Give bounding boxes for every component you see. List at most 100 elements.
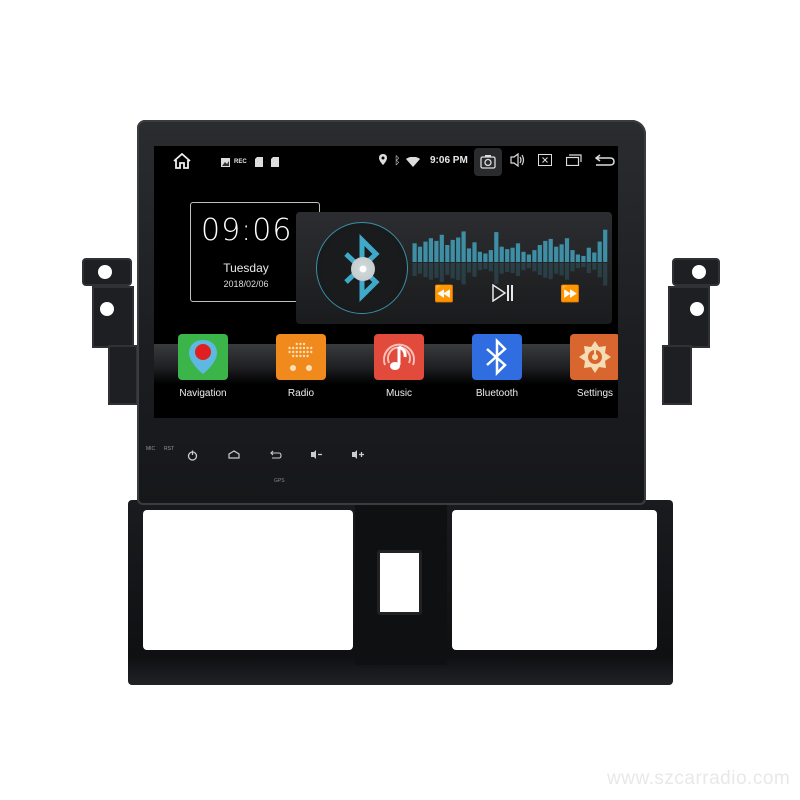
app-label: Bluetooth (475, 388, 519, 399)
equalizer-bar-reflection (570, 263, 575, 272)
right-mount-bracket (672, 258, 720, 286)
equalizer-bar-reflection (586, 263, 591, 273)
volume-icon[interactable] (510, 152, 526, 171)
product-image: REC ᛒ 9:06 PM 09:06 Tuesday 2018/02/06 ⏪… (0, 0, 800, 800)
equalizer-bar (466, 248, 472, 262)
equalizer-bar (450, 239, 455, 262)
equalizer-bar-reflection (592, 263, 597, 270)
equalizer-bar-reflection (537, 263, 542, 275)
sd-card-icon (271, 155, 279, 171)
equalizer-bar (428, 238, 433, 262)
back-icon[interactable] (594, 154, 615, 170)
equalizer-bar (423, 241, 428, 262)
equalizer-bar-reflection (434, 263, 439, 278)
equalizer-bar-reflection (483, 263, 488, 269)
equalizer-bar-reflection (548, 263, 553, 280)
bluetooth-icon: ᛒ (394, 155, 401, 167)
equalizer-bar (417, 246, 423, 262)
equalizer-bar-reflection (472, 263, 477, 277)
equalizer-bar (537, 245, 542, 262)
screenshot-button[interactable] (474, 148, 502, 176)
status-time: 9:06 PM (430, 155, 468, 166)
equalizer-bar-reflection (423, 263, 428, 278)
music-note-icon (374, 334, 424, 380)
app-label: Radio (287, 388, 315, 399)
equalizer-bar (494, 232, 499, 262)
app-navigation[interactable]: Navigation (163, 334, 243, 399)
equalizer-bar-reflection (581, 263, 586, 268)
equalizer-bar (597, 241, 602, 262)
previous-button[interactable]: ⏪ (434, 284, 454, 304)
app-bluetooth[interactable]: Bluetooth (457, 334, 537, 399)
equalizer-bar (412, 243, 417, 262)
volume-up-button[interactable] (352, 450, 365, 462)
equalizer-bar-reflection (510, 263, 515, 273)
left-mount-bracket (82, 258, 132, 286)
equalizer-bar (461, 231, 466, 262)
next-button[interactable]: ⏩ (560, 284, 580, 304)
equalizer-bar (575, 254, 580, 262)
app-radio[interactable]: Radio (261, 334, 341, 399)
equalizer-bar (434, 240, 439, 262)
equalizer-bar-reflection (597, 263, 602, 278)
equalizer-bar (510, 247, 515, 262)
equalizer-bar-reflection (494, 263, 499, 284)
close-app-icon[interactable] (538, 154, 552, 170)
equalizer-bar (521, 251, 526, 262)
equalizer-bar (439, 234, 444, 262)
power-button[interactable] (187, 450, 198, 464)
equalizer-bar (488, 250, 493, 262)
gear-icon (570, 334, 618, 380)
equalizer-bar (515, 243, 521, 262)
equalizer-bar-reflection (417, 263, 423, 274)
equalizer-bar (477, 251, 482, 262)
back-button[interactable] (270, 450, 282, 462)
radio-icon (276, 334, 326, 380)
equalizer-bar-reflection (466, 263, 472, 273)
equalizer-bar (472, 242, 477, 262)
volume-down-button[interactable] (311, 450, 323, 462)
app-music[interactable]: Music (359, 334, 439, 399)
equalizer-bar-reflection (477, 263, 482, 271)
cd-icon (351, 257, 375, 281)
app-label: Music (385, 388, 413, 399)
play-pause-button[interactable] (492, 283, 514, 307)
equalizer-bar-reflection (488, 263, 493, 272)
reset-label: RST (164, 446, 174, 452)
location-icon (379, 154, 387, 170)
image-icon (221, 155, 230, 171)
equalizer-bar (532, 250, 537, 262)
equalizer-visualizer (412, 229, 608, 286)
equalizer-bar-reflection (521, 263, 526, 271)
home-icon[interactable] (172, 152, 192, 173)
right-mount-bracket (668, 286, 710, 348)
equalizer-bar-reflection (412, 263, 417, 277)
home-button[interactable] (228, 450, 240, 462)
recent-apps-icon[interactable] (565, 154, 582, 170)
equalizer-bar-reflection (543, 263, 548, 278)
equalizer-bar-reflection (603, 263, 608, 286)
equalizer-bar-reflection (428, 263, 433, 280)
right-mount-bracket (662, 345, 692, 405)
status-bar: REC ᛒ 9:06 PM (154, 146, 618, 176)
equalizer-bar-reflection (515, 263, 521, 277)
switch-cutout (377, 550, 422, 615)
equalizer-bar-reflection (575, 263, 580, 269)
equalizer-bar (564, 238, 570, 262)
equalizer-bar-reflection (559, 263, 564, 276)
equalizer-bar (456, 237, 461, 262)
equalizer-bar-reflection (532, 263, 537, 272)
equalizer-bar-reflection (450, 263, 455, 279)
music-player-widget[interactable]: ⏪ ⏩ (296, 212, 612, 324)
equalizer-bar-reflection (445, 263, 450, 275)
gps-label: GPS (274, 478, 285, 484)
vent-cutout-right (452, 510, 657, 650)
bluetooth-icon (472, 334, 522, 380)
clock-date: 2018/02/06 (223, 279, 269, 289)
app-settings[interactable]: Settings (555, 334, 618, 399)
equalizer-bar-reflection (499, 263, 504, 274)
left-mount-bracket (108, 345, 138, 405)
equalizer-bar (554, 246, 559, 262)
equalizer-bar (505, 249, 510, 262)
bluetooth-disc[interactable] (316, 222, 408, 314)
